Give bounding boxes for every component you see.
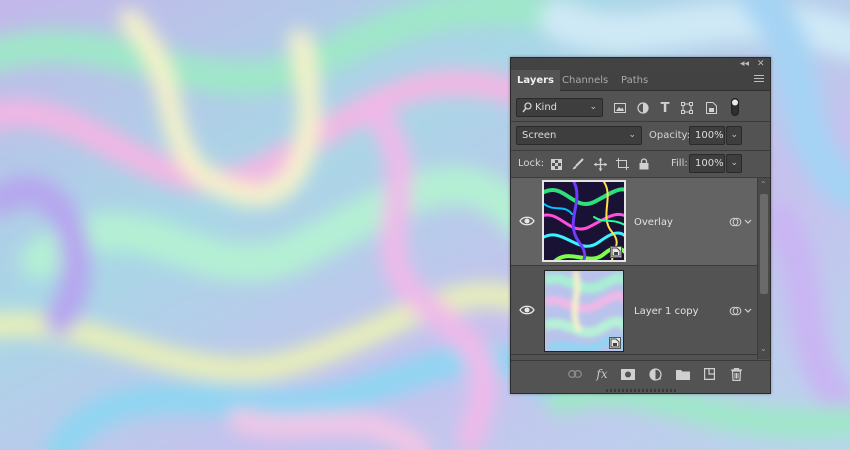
shape-filter-icon[interactable] [679, 100, 695, 116]
blend-mode-dropdown[interactable]: Screen ⌄ [516, 126, 642, 145]
filter-kind-label: Kind [535, 102, 558, 113]
close-panel-button[interactable]: ✕ [757, 58, 765, 70]
tab-layers[interactable]: Layers [511, 70, 560, 92]
tab-channels[interactable]: Channels [556, 70, 614, 91]
type-filter-icon[interactable]: T [657, 100, 673, 116]
layer-thumbnail [542, 180, 626, 262]
opacity-input[interactable]: 100% [689, 126, 725, 145]
layer-row-overlay[interactable]: Overlay [511, 178, 757, 266]
scroll-down-icon[interactable]: ⌄ [760, 344, 767, 353]
layer-list: Overlay Layer 1 copy [511, 178, 757, 359]
adjustment-layer-icon[interactable] [646, 366, 664, 382]
chevron-down-icon: ⌄ [589, 102, 597, 112]
fill-dropdown-button[interactable]: ⌄ [726, 154, 742, 173]
blend-mode-value: Screen [522, 130, 557, 141]
chevron-down-icon: ⌄ [628, 130, 636, 140]
panel-menu-icon[interactable] [754, 75, 764, 85]
collapse-panel-button[interactable]: ◂◂ [740, 58, 749, 70]
layer-list-scrollbar[interactable]: ⌃ ⌄ [757, 178, 770, 359]
new-layer-icon[interactable] [700, 366, 718, 382]
panel-tabs: Layers Channels Paths [511, 70, 770, 92]
layer-thumbnail [544, 270, 624, 352]
opacity-dropdown-button[interactable]: ⌄ [726, 126, 742, 145]
resize-grip[interactable] [606, 389, 676, 392]
new-group-icon[interactable] [674, 366, 692, 382]
divider [511, 121, 770, 122]
smart-object-badge-icon [609, 337, 621, 349]
layer-row-layer-1-copy[interactable]: Layer 1 copy [511, 267, 757, 355]
adjustment-filter-icon[interactable] [635, 100, 651, 116]
lock-position-icon[interactable] [592, 156, 608, 172]
filter-row: Kind ⌄ T [511, 96, 770, 120]
fill-input[interactable]: 100% [689, 154, 725, 173]
panel-titlebar: ◂◂ ✕ [511, 58, 770, 70]
layers-bottom-toolbar: fx [511, 360, 770, 387]
link-layers-icon[interactable] [566, 366, 584, 382]
layer-name[interactable]: Layer 1 copy [634, 306, 698, 317]
add-mask-icon[interactable] [619, 366, 637, 382]
scrollbar-thumb[interactable] [760, 194, 768, 294]
eye-icon[interactable] [519, 303, 535, 317]
chevron-down-icon: ⌄ [730, 158, 738, 168]
lock-all-icon[interactable] [636, 156, 652, 172]
scroll-up-icon[interactable]: ⌃ [760, 180, 767, 189]
layer-options-icon[interactable] [729, 216, 753, 228]
smart-object-badge-icon [610, 246, 622, 258]
fill-label: Fill: [671, 158, 688, 169]
delete-layer-icon[interactable] [727, 366, 745, 382]
filter-kind-dropdown[interactable]: Kind ⌄ [516, 98, 603, 117]
layer-options-icon[interactable] [729, 305, 753, 317]
chevron-down-icon: ⌄ [730, 130, 738, 140]
search-icon [522, 102, 532, 113]
tab-paths[interactable]: Paths [615, 70, 654, 91]
lock-label: Lock: [518, 158, 545, 169]
opacity-label: Opacity: [649, 130, 691, 141]
image-filter-icon[interactable] [612, 100, 628, 116]
layers-panel: ◂◂ ✕ Layers Channels Paths Kind ⌄ T Scre… [510, 57, 771, 394]
lock-transparent-icon[interactable] [548, 156, 564, 172]
blend-row: Screen ⌄ Opacity: 100% ⌄ [511, 124, 770, 148]
lock-image-icon[interactable] [570, 156, 586, 172]
divider [511, 150, 770, 151]
fx-icon[interactable]: fx [593, 366, 611, 382]
layer-name[interactable]: Overlay [634, 217, 673, 228]
eye-icon[interactable] [519, 214, 535, 228]
lock-row: Lock: Fill: 100% ⌄ [511, 152, 770, 176]
smart-object-filter-icon[interactable] [703, 100, 719, 116]
lock-artboard-icon[interactable] [614, 156, 630, 172]
filter-toggle-icon[interactable] [730, 97, 740, 117]
